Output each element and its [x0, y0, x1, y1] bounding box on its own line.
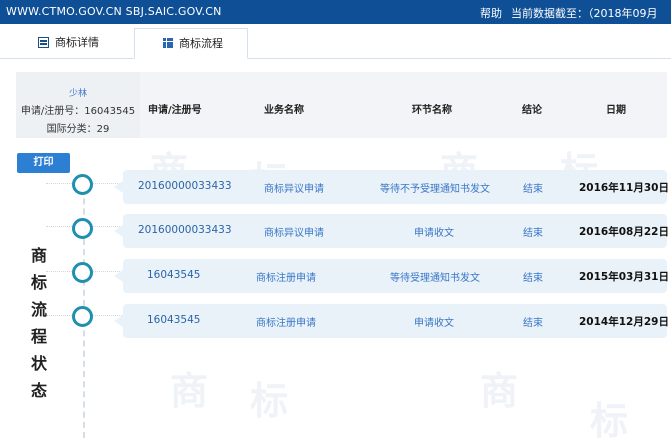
tab-label: 商标流程: [179, 37, 223, 50]
watermark: 标: [250, 379, 289, 423]
row-result: 结束: [523, 273, 543, 284]
process-row[interactable]: 20160000033433 商标异议申请 申请收文 结束 2016年08月22…: [114, 214, 669, 248]
timeline-node: [72, 174, 93, 195]
row-business: 商标异议申请: [264, 228, 324, 239]
row-result: 结束: [523, 318, 543, 329]
tab-trademark-process[interactable]: 商标流程: [134, 28, 248, 59]
process-row[interactable]: 16043545 商标注册申请 申请收文 结束 2014年12月29日: [114, 304, 669, 338]
row-reg-no: 16043545: [147, 269, 201, 281]
timeline-node: [72, 262, 93, 283]
tab-label: 商标详情: [55, 36, 99, 49]
tab-trademark-details[interactable]: 商标详情: [38, 28, 99, 58]
row-business: 商标异议申请: [264, 184, 324, 195]
row-date: 2016年11月30日: [579, 182, 669, 194]
row-reg-no: 20160000033433: [138, 224, 232, 236]
trademark-name[interactable]: 少林: [16, 86, 140, 99]
watermark: 标: [590, 399, 629, 443]
col-business: 业务名称: [264, 105, 304, 116]
row-step: 等待不予受理通知书发文: [380, 184, 490, 195]
row-step: 申请收文: [414, 318, 454, 329]
row-step: 申请收文: [414, 228, 454, 239]
process-status-label: 商 标 流 程 状 态: [30, 246, 47, 400]
row-reg-no: 16043545: [147, 314, 201, 326]
row-date: 2016年08月22日: [579, 226, 669, 238]
row-reg-no: 20160000033433: [138, 180, 232, 192]
row-business: 商标注册申请: [256, 318, 316, 329]
process-row[interactable]: 20160000033433 商标异议申请 等待不予受理通知书发文 结束 201…: [114, 170, 669, 204]
row-date: 2015年03月31日: [579, 271, 669, 283]
col-date: 日期: [606, 105, 626, 116]
help-link[interactable]: 帮助: [480, 5, 502, 21]
timeline-node: [72, 218, 93, 239]
row-result: 结束: [523, 184, 543, 195]
document-icon: [38, 37, 49, 48]
international-class: 国际分类：29: [46, 124, 110, 135]
col-result: 结论: [522, 105, 542, 116]
row-result: 结束: [523, 228, 543, 239]
table-header: 申请/注册号 业务名称 环节名称 结论 日期: [140, 72, 667, 138]
watermark: 商: [480, 369, 519, 413]
row-date: 2014年12月29日: [579, 316, 669, 328]
watermark: 商: [170, 369, 209, 413]
top-bar: WWW.CTMO.GOV.CN SBJ.SAIC.GOV.CN 帮助 当前数据截…: [0, 0, 671, 36]
timeline-node: [72, 306, 93, 327]
tab-bar: 商标详情 商标流程: [0, 28, 671, 59]
site-urls[interactable]: WWW.CTMO.GOV.CN SBJ.SAIC.GOV.CN: [6, 5, 222, 18]
row-business: 商标注册申请: [256, 273, 316, 284]
process-row[interactable]: 16043545 商标注册申请 等待受理通知书发文 结束 2015年03月31日: [114, 259, 669, 293]
row-step: 等待受理通知书发文: [390, 273, 480, 284]
list-grid-icon: [163, 38, 173, 48]
print-button[interactable]: 打印: [17, 153, 70, 173]
registration-number: 申请/注册号：16043545: [20, 106, 136, 117]
col-reg-no: 申请/注册号: [148, 105, 202, 116]
col-step: 环节名称: [412, 105, 452, 116]
trademark-info: 少林 申请/注册号：16043545 国际分类：29: [16, 72, 140, 138]
